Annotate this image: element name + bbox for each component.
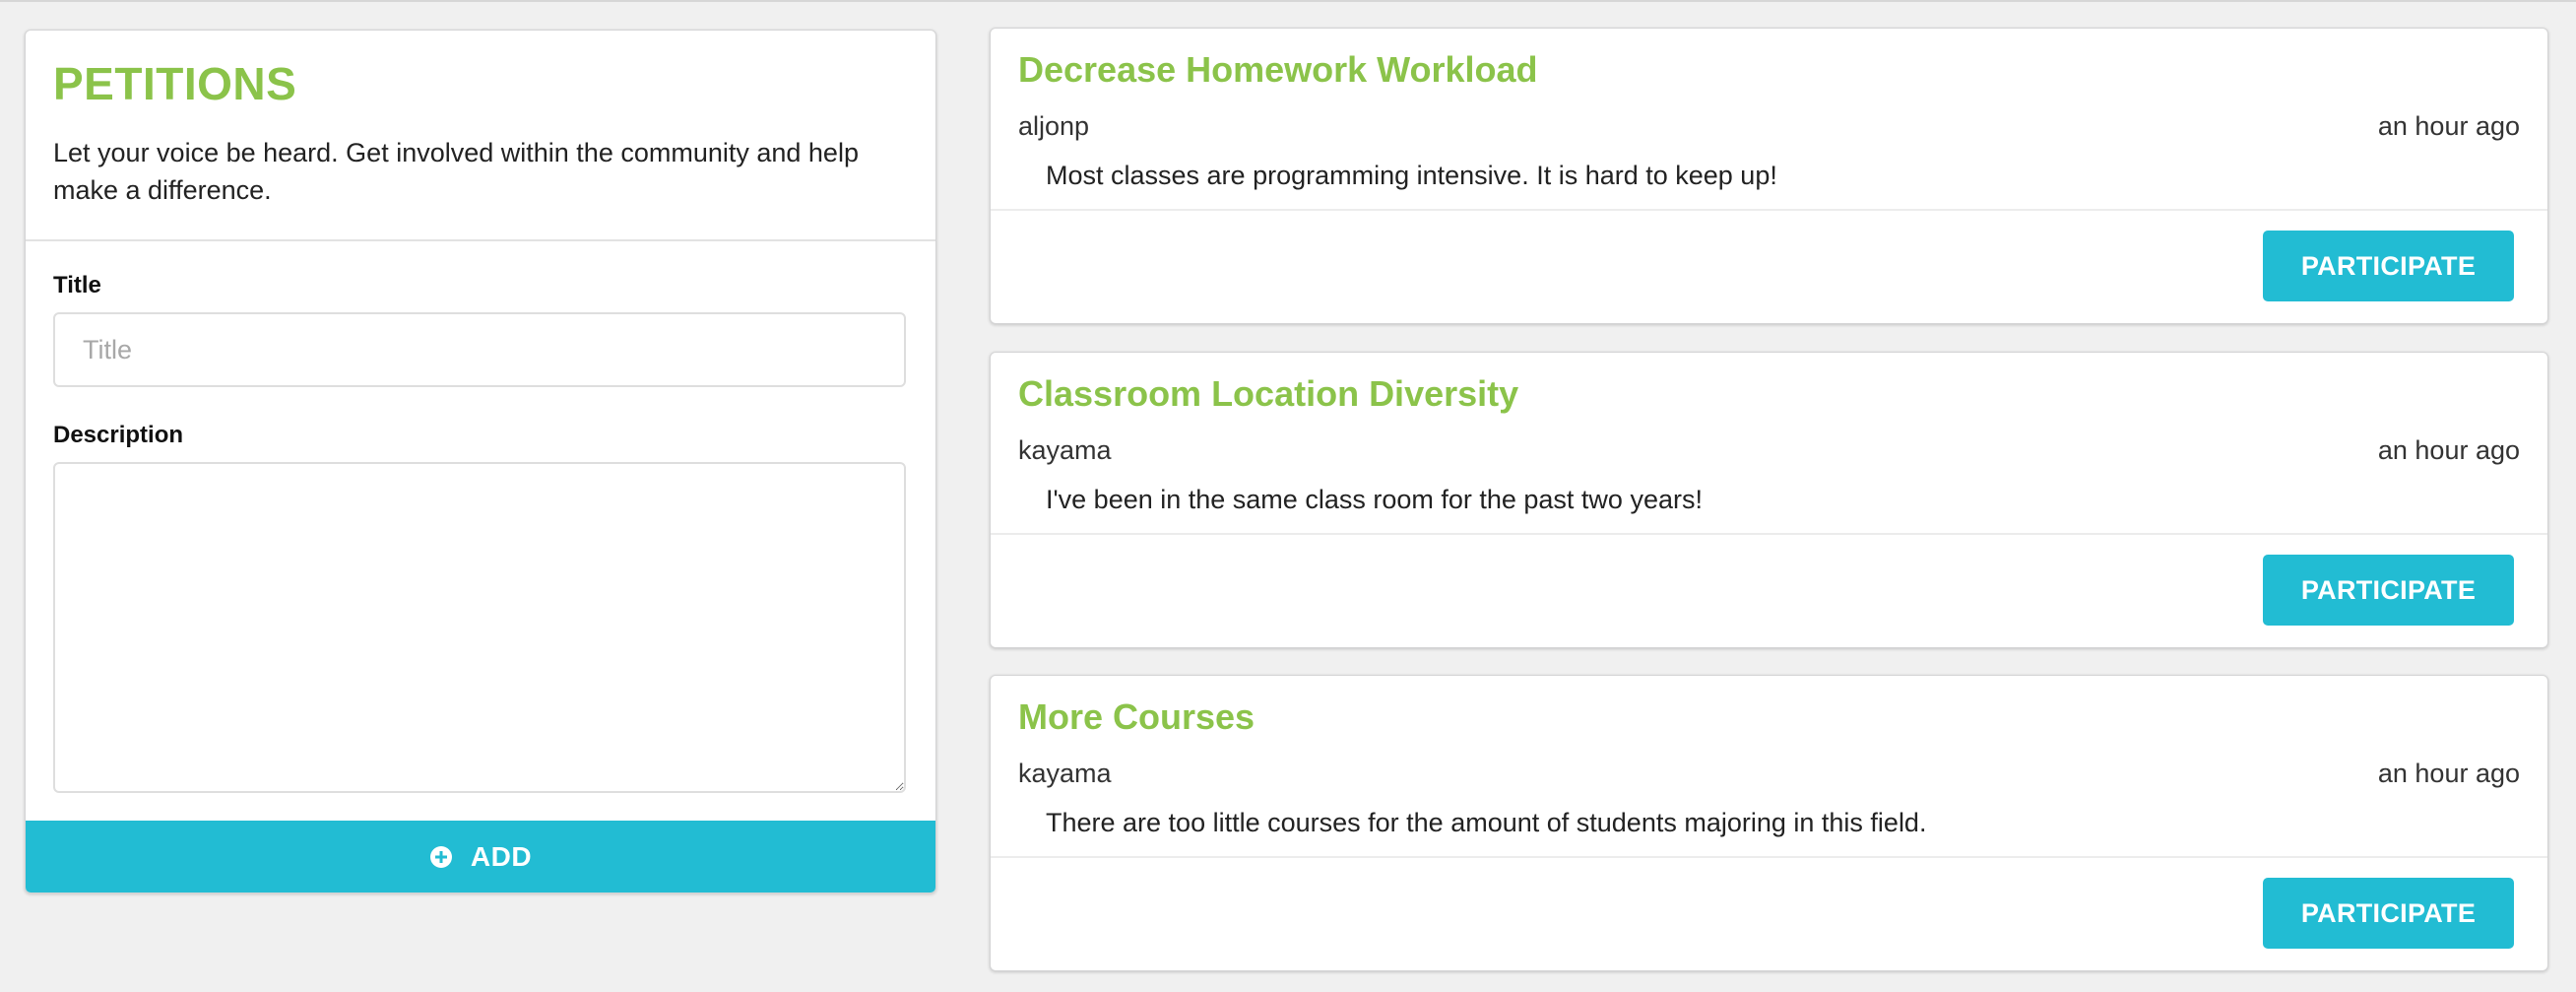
petition-card: More Courses kayama an hour ago There ar… xyxy=(990,675,2548,971)
petition-timestamp: an hour ago xyxy=(2377,111,2520,141)
participate-button[interactable]: PARTICIPATE xyxy=(2263,878,2514,949)
petition-title[interactable]: Classroom Location Diversity xyxy=(1018,372,1518,416)
petition-content: More Courses kayama an hour ago There ar… xyxy=(991,676,2547,858)
petition-description: There are too little courses for the amo… xyxy=(1046,808,1927,837)
title-input[interactable] xyxy=(53,312,906,387)
participate-button[interactable]: PARTICIPATE xyxy=(2263,231,2514,301)
page-title: PETITIONS xyxy=(53,58,297,109)
new-petition-form-card: PETITIONS Let your voice be heard. Get i… xyxy=(25,30,936,893)
petition-author: kayama xyxy=(1018,435,1112,465)
title-field-label: Title xyxy=(53,272,101,298)
petition-content: Classroom Location Diversity kayama an h… xyxy=(991,353,2547,535)
form-body: Title Description xyxy=(26,241,935,793)
petition-description: Most classes are programming intensive. … xyxy=(1046,161,1777,190)
add-petition-button[interactable]: ADD xyxy=(26,821,935,893)
description-field-label: Description xyxy=(53,422,184,448)
petition-timestamp: an hour ago xyxy=(2377,759,2520,788)
description-textarea[interactable] xyxy=(53,462,906,793)
petition-description: I've been in the same class room for the… xyxy=(1046,485,1703,514)
petition-title[interactable]: Decrease Homework Workload xyxy=(1018,48,1538,92)
petition-author: kayama xyxy=(1018,759,1112,788)
top-divider xyxy=(0,0,2576,2)
form-header: PETITIONS Let your voice be heard. Get i… xyxy=(26,31,935,241)
petition-card: Decrease Homework Workload aljonp an hou… xyxy=(990,28,2548,324)
participate-button[interactable]: PARTICIPATE xyxy=(2263,555,2514,626)
petition-timestamp: an hour ago xyxy=(2377,435,2520,465)
petition-author: aljonp xyxy=(1018,111,1090,141)
add-button-label: ADD xyxy=(470,840,533,872)
plus-circle-icon xyxy=(429,845,453,869)
petition-content: Decrease Homework Workload aljonp an hou… xyxy=(991,29,2547,211)
page-subtitle: Let your voice be heard. Get involved wi… xyxy=(53,138,859,205)
petition-card: Classroom Location Diversity kayama an h… xyxy=(990,352,2548,648)
petition-title[interactable]: More Courses xyxy=(1018,695,1255,739)
